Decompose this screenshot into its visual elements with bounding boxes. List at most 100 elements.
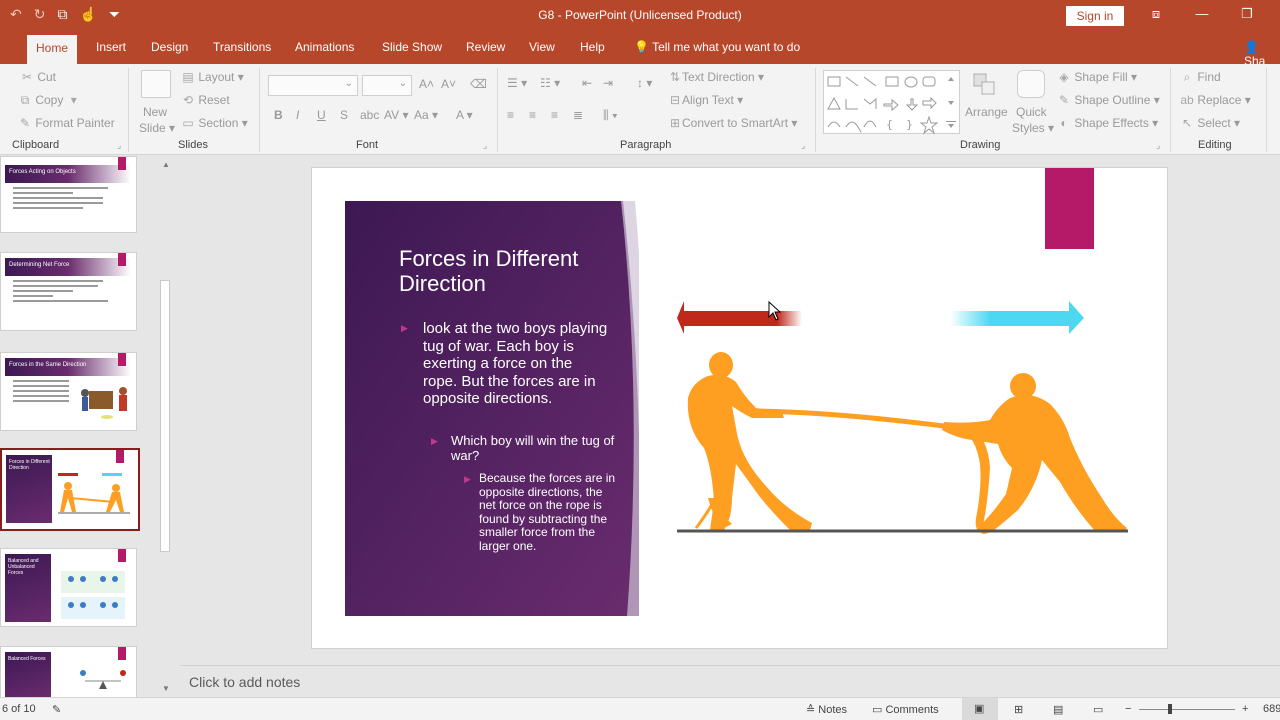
shapes-gallery[interactable]: { }	[823, 70, 960, 135]
comments-toggle-button[interactable]: ▭ Comments	[872, 703, 939, 716]
quick-styles-button-line2[interactable]: Styles ▾	[1012, 121, 1054, 135]
select-button[interactable]: ↖ Select ▾	[1180, 116, 1240, 130]
tab-insert[interactable]: Insert	[96, 40, 126, 54]
shrink-font-icon[interactable]: A˅	[441, 77, 456, 91]
tab-transitions[interactable]: Transitions	[213, 40, 271, 54]
decrease-indent-icon[interactable]: ⇤	[582, 76, 592, 90]
font-launcher-icon[interactable]: ⌟	[483, 140, 487, 151]
shadow-button[interactable]: S	[340, 108, 348, 122]
thumb-accent	[118, 253, 126, 266]
notes-placeholder[interactable]: Click to add notes	[189, 674, 300, 690]
spelling-icon[interactable]: ✎	[52, 703, 61, 716]
change-case-icon[interactable]: Aa ▾	[414, 108, 438, 122]
thumb-title: Balanced Forces	[8, 656, 46, 662]
paragraph-launcher-icon[interactable]: ⌟	[801, 140, 805, 151]
tab-design[interactable]: Design	[151, 40, 188, 54]
maximize-icon[interactable]: ❐	[1237, 6, 1257, 22]
text-direction-button[interactable]: ⇅ Text Direction ▾	[668, 70, 764, 84]
group-slides-label: Slides	[178, 139, 208, 151]
new-slide-button[interactable]: New	[143, 105, 167, 119]
drawing-launcher-icon[interactable]: ⌟	[1156, 140, 1160, 151]
bullets-icon[interactable]: ☰ ▾	[507, 76, 527, 90]
notes-pane[interactable]: Click to add notes	[180, 665, 1280, 697]
ribbon-display-icon[interactable]: ⧈	[1146, 6, 1166, 22]
slide-thumbnail-3[interactable]: Forces in the Same Direction	[0, 352, 137, 431]
copy-button[interactable]: ⧉ Copy ▾	[18, 93, 81, 108]
tab-help[interactable]: Help	[580, 40, 605, 54]
quick-styles-button[interactable]: Quick	[1016, 105, 1047, 119]
paint-bucket-icon: ◈	[1059, 70, 1069, 84]
thumb-panel: Forces in Different Direction	[6, 455, 52, 523]
format-painter-label: Format Painter	[35, 116, 115, 130]
group-font-label: Font	[356, 139, 379, 151]
section-button[interactable]: ▭ Section ▾	[181, 116, 247, 130]
slide-canvas[interactable]: Forces in Different Direction ▶ look at …	[311, 167, 1168, 649]
format-painter-button[interactable]: ✎ Format Painter	[18, 116, 115, 130]
notes-label: Notes	[818, 704, 848, 716]
shape-fill-button[interactable]: ◈ Shape Fill ▾	[1057, 70, 1137, 84]
tab-review[interactable]: Review	[466, 40, 505, 54]
zoom-slider-handle[interactable]	[1168, 704, 1172, 714]
zoom-out-button[interactable]: −	[1125, 703, 1131, 715]
tab-home[interactable]: Home	[27, 35, 78, 64]
align-center-icon[interactable]: ≡	[529, 108, 536, 122]
tab-animations[interactable]: Animations	[295, 40, 354, 54]
bold-button[interactable]: B	[274, 108, 283, 122]
shape-effects-button[interactable]: ◐ Shape Effects ▾	[1057, 116, 1158, 130]
slide-thumbnail-2[interactable]: Determining Net Force	[0, 252, 137, 331]
align-text-button[interactable]: ⊟ Align Text ▾	[668, 93, 743, 107]
slide-thumbnail-4-selected[interactable]: Forces in Different Direction	[0, 448, 140, 531]
zoom-slider-track[interactable]	[1139, 709, 1235, 710]
replace-button[interactable]: ab Replace ▾	[1180, 93, 1250, 107]
sign-in-button[interactable]: Sign in	[1066, 6, 1124, 26]
reading-view-icon[interactable]: ▤	[1053, 703, 1063, 716]
chevron-down-icon: ⌄	[398, 78, 407, 89]
zoom-in-button[interactable]: +	[1242, 703, 1248, 715]
underline-button[interactable]: U	[317, 108, 326, 122]
scroll-down-icon[interactable]: ▼	[160, 684, 172, 696]
tab-view[interactable]: View	[529, 40, 555, 54]
thumbnails-scrollbar[interactable]: ▲ ▼	[158, 156, 174, 697]
minimize-icon[interactable]: —	[1192, 6, 1212, 21]
numbering-icon[interactable]: ☷ ▾	[540, 76, 560, 90]
increase-indent-icon[interactable]: ⇥	[603, 76, 613, 90]
char-spacing-icon[interactable]: AV ▾	[384, 108, 408, 122]
slideshow-view-icon[interactable]: ▭	[1093, 703, 1103, 716]
reset-button[interactable]: ⟲ Reset	[181, 93, 230, 107]
scroll-up-icon[interactable]: ▲	[160, 160, 172, 172]
cut-label: Cut	[37, 70, 57, 84]
strikethrough-icon[interactable]: abc	[360, 108, 379, 122]
slide-thumbnail-5[interactable]: Balanced and Unbalanced Forces	[0, 548, 137, 627]
font-color-button[interactable]: A ▾	[456, 108, 473, 122]
font-size-combo[interactable]: ⌄	[362, 75, 412, 96]
normal-view-button[interactable]: ▣	[962, 698, 998, 720]
copy-label: Copy	[35, 93, 64, 107]
slide-thumbnail-6[interactable]: Balanced Forces	[0, 646, 137, 697]
layout-button[interactable]: ▤ Layout ▾	[181, 70, 243, 84]
slide-thumbnail-1[interactable]: Forces Acting on Objects	[0, 156, 137, 233]
notes-toggle-button[interactable]: ≙ Notes	[806, 703, 847, 716]
font-name-combo[interactable]: ⌄	[268, 75, 358, 96]
align-right-icon[interactable]: ≡	[551, 108, 558, 122]
new-slide-button-line2[interactable]: Slide ▾	[139, 121, 175, 135]
italic-button[interactable]: I	[296, 108, 299, 122]
replace-icon: ab	[1180, 93, 1194, 107]
scroll-thumb[interactable]	[160, 280, 170, 552]
clipboard-launcher-icon[interactable]: ⌟	[117, 140, 121, 151]
tab-slide-show[interactable]: Slide Show	[382, 40, 442, 54]
shape-outline-button[interactable]: ✎ Shape Outline ▾	[1057, 93, 1160, 107]
clear-formatting-icon[interactable]: ⌫	[470, 77, 487, 91]
grow-font-icon[interactable]: A˄	[419, 77, 434, 91]
justify-icon[interactable]: ≣	[573, 108, 583, 122]
slide-sorter-view-icon[interactable]: ⊞	[1014, 703, 1023, 716]
cut-button[interactable]: ✂ Cut	[20, 70, 56, 84]
zoom-level[interactable]: 689	[1263, 703, 1280, 715]
line-spacing-icon[interactable]: ↕ ▾	[637, 76, 652, 90]
tell-me-search[interactable]: 💡 Tell me what you want to do	[634, 40, 800, 54]
arrange-button[interactable]: Arrange	[965, 105, 1008, 119]
find-button[interactable]: ⌕ Find	[1180, 70, 1221, 85]
separator	[128, 68, 129, 152]
convert-smartart-button[interactable]: ⊞ Convert to SmartArt ▾	[668, 116, 797, 130]
columns-icon[interactable]: ⫼ ▾	[603, 108, 618, 123]
align-left-icon[interactable]: ≡	[507, 108, 514, 122]
